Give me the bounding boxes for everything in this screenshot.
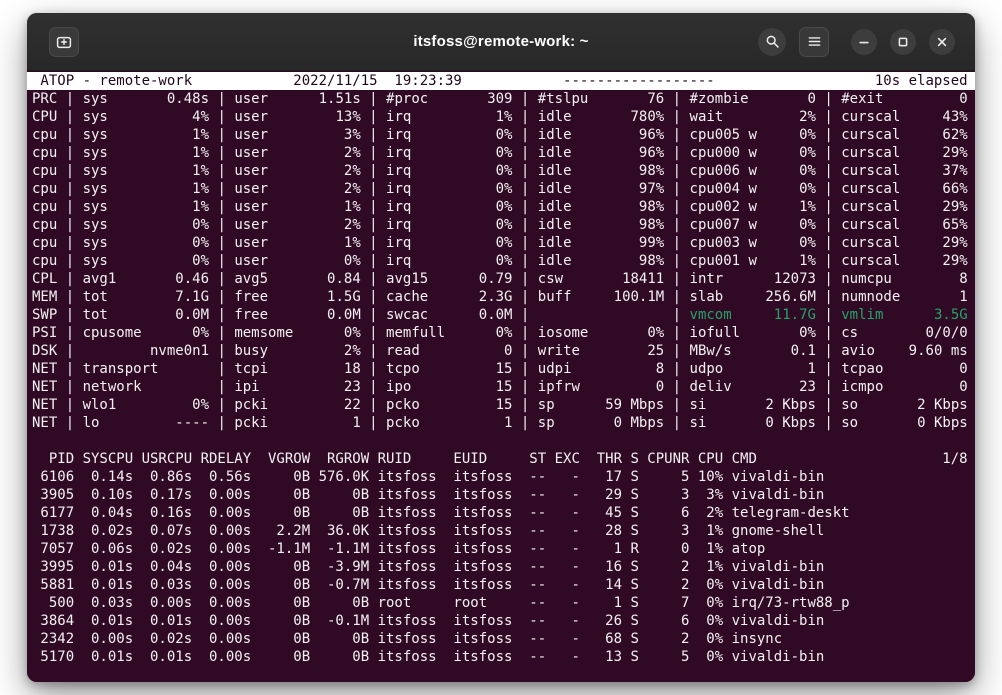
atop-system-row-swp-12: SWP | tot 0.0M | free 0.0M | swcac 0.0M …	[27, 306, 975, 324]
process-row-pid-3905: 3905 0.10s 0.17s 0.00s 0B 0B itsfoss its…	[27, 486, 975, 504]
terminal-window: itsfoss@remote-work: ~	[27, 13, 975, 682]
process-row-pid-6177: 6177 0.04s 0.16s 0.00s 0B 0B itsfoss its…	[27, 504, 975, 522]
atop-system-row-cpu-6: cpu | sys 1% | user 1% | irq 0% | idle 9…	[27, 198, 975, 216]
atop-header-line: ATOP - remote-work 2022/11/15 19:23:39 -…	[27, 72, 975, 90]
atop-system-row-mem-11: MEM | tot 7.1G | free 1.5G | cache 2.3G …	[27, 288, 975, 306]
atop-system-row-cpu-2: cpu | sys 1% | user 3% | irq 0% | idle 9…	[27, 126, 975, 144]
close-icon	[935, 35, 949, 49]
atop-system-row-cpl-10: CPL | avg1 0.46 | avg5 0.84 | avg15 0.79…	[27, 270, 975, 288]
process-row-pid-1738: 1738 0.02s 0.07s 0.00s 2.2M 36.0K itsfos…	[27, 522, 975, 540]
atop-system-row-net-16: NET | network | ipi 23 | ipo 15 | ipfrw …	[27, 378, 975, 396]
search-icon	[765, 34, 780, 49]
atop-system-row-net-15: NET | transport | tcpi 18 | tcpo 15 | ud…	[27, 360, 975, 378]
process-row-pid-5881: 5881 0.01s 0.03s 0.00s 0B -0.7M itsfoss …	[27, 576, 975, 594]
process-table-rows: 6106 0.14s 0.86s 0.56s 0B 576.0K itsfoss…	[27, 468, 975, 666]
hamburger-menu-icon	[807, 34, 822, 49]
titlebar[interactable]: itsfoss@remote-work: ~	[27, 13, 975, 71]
new-tab-icon	[56, 34, 72, 50]
maximize-icon	[896, 35, 910, 49]
atop-system-row-prc-0: PRC | sys 0.48s | user 1.51s | #proc 309…	[27, 90, 975, 108]
minimize-icon	[857, 35, 871, 49]
process-row-pid-500: 500 0.03s 0.00s 0.00s 0B 0B root root --…	[27, 594, 975, 612]
process-row-pid-3864: 3864 0.01s 0.01s 0.00s 0B -0.1M itsfoss …	[27, 612, 975, 630]
process-row-pid-5170: 5170 0.01s 0.01s 0.00s 0B 0B itsfoss its…	[27, 648, 975, 666]
maximize-button[interactable]	[890, 29, 916, 55]
atop-system-row-cpu-4: cpu | sys 1% | user 2% | irq 0% | idle 9…	[27, 162, 975, 180]
atop-system-row-dsk-14: DSK | nvme0n1 | busy 2% | read 0 | write…	[27, 342, 975, 360]
menu-button[interactable]	[799, 27, 829, 57]
process-row-pid-2342: 2342 0.00s 0.02s 0.00s 0B 0B itsfoss its…	[27, 630, 975, 648]
atop-system-row-cpu-5: cpu | sys 1% | user 2% | irq 0% | idle 9…	[27, 180, 975, 198]
process-row-pid-7057: 7057 0.06s 0.02s 0.00s -1.1M -1.1M itsfo…	[27, 540, 975, 558]
atop-system-row-cpu-1: CPU | sys 4% | user 13% | irq 1% | idle …	[27, 108, 975, 126]
process-row-pid-6106: 6106 0.14s 0.86s 0.56s 0B 576.0K itsfoss…	[27, 468, 975, 486]
process-row-pid-3995: 3995 0.01s 0.04s 0.00s 0B -3.9M itsfoss …	[27, 558, 975, 576]
titlebar-controls	[758, 13, 955, 70]
atop-system-row-psi-13: PSI | cpusome 0% | memsome 0% | memfull …	[27, 324, 975, 342]
atop-system-row-net-18: NET | lo ---- | pcki 1 | pcko 1 | sp 0 M…	[27, 414, 975, 432]
atop-system-row-cpu-8: cpu | sys 0% | user 1% | irq 0% | idle 9…	[27, 234, 975, 252]
atop-system-row-net-17: NET | wlo1 0% | pcki 22 | pcko 15 | sp 5…	[27, 396, 975, 414]
close-button[interactable]	[929, 29, 955, 55]
blank-line	[27, 432, 975, 450]
search-button[interactable]	[758, 28, 786, 56]
atop-system-row-cpu-7: cpu | sys 0% | user 2% | irq 0% | idle 9…	[27, 216, 975, 234]
atop-system-row-cpu-9: cpu | sys 0% | user 0% | irq 0% | idle 9…	[27, 252, 975, 270]
atop-system-section: PRC | sys 0.48s | user 1.51s | #proc 309…	[27, 90, 975, 432]
minimize-button[interactable]	[851, 29, 877, 55]
process-table-header: PID SYSCPU USRCPU RDELAY VGROW RGROW RUI…	[27, 450, 975, 468]
new-tab-button[interactable]	[49, 27, 79, 57]
terminal-screen[interactable]: ATOP - remote-work 2022/11/15 19:23:39 -…	[27, 71, 975, 682]
atop-system-row-cpu-3: cpu | sys 1% | user 2% | irq 0% | idle 9…	[27, 144, 975, 162]
